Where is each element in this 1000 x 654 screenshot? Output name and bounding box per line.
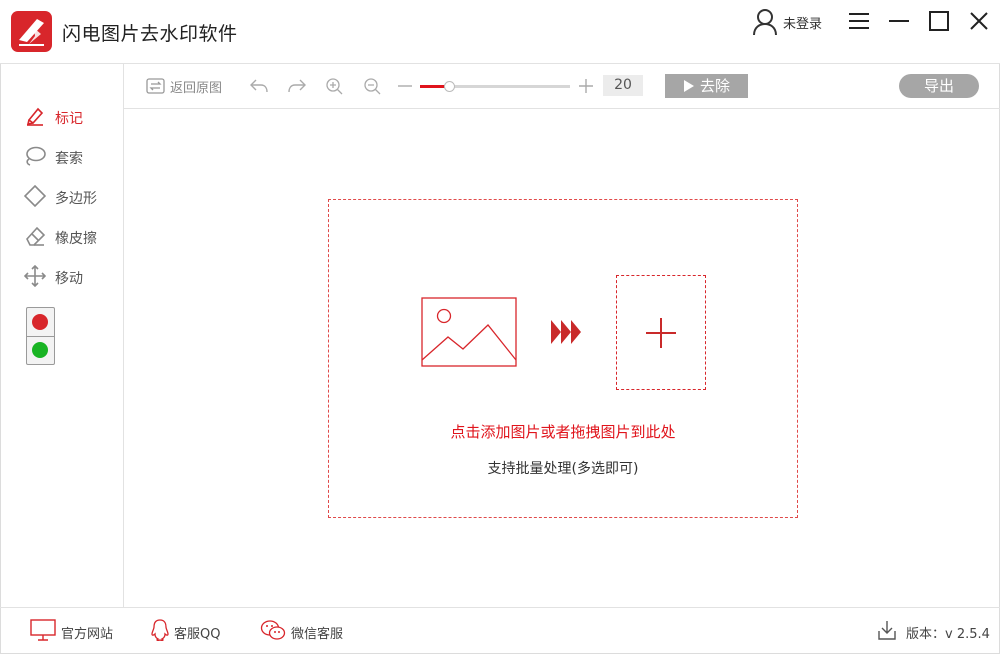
tool-eraser[interactable]: 橡皮擦 [24,225,119,247]
restore-icon[interactable] [146,77,166,95]
official-website-link[interactable]: 官方网站 [61,623,113,642]
redo-icon[interactable] [287,77,307,95]
zoom-in-icon[interactable] [325,77,345,95]
status-footer: 官方网站 客服QQ 微信客服 版本：v 2.5.4 [0,607,1000,653]
image-drop-zone[interactable]: 点击添加图片或者拖拽图片到此处 支持批量处理(多选即可) [328,199,798,518]
tool-move[interactable]: 移动 [23,264,119,288]
tool-label: 移动 [55,271,83,287]
tool-marker[interactable]: 标记 [24,105,119,127]
zoom-out-icon[interactable] [363,77,383,95]
wechat-support-link[interactable]: 微信客服 [291,623,343,642]
polygon-icon [23,184,47,208]
tool-sidebar: 标记 套索 多边形 橡皮擦 移动 [0,64,124,607]
tool-label: 标记 [55,111,83,127]
move-icon [23,264,47,288]
brush-size-value[interactable]: 20 [603,75,643,96]
remove-watermark-button[interactable]: 去除 [665,74,748,98]
maximize-button[interactable] [928,10,950,32]
title-bar: 闪电图片去水印软件 未登录 [0,0,1000,64]
login-link[interactable]: 未登录 [783,13,822,32]
plus-icon [646,318,676,348]
download-icon[interactable] [877,619,903,641]
color-green-swatch[interactable] [32,342,48,358]
user-icon[interactable] [752,8,782,36]
lasso-icon [24,145,46,167]
brush-decrease-icon[interactable] [396,77,416,95]
slider-thumb[interactable] [443,81,455,92]
color-red-swatch[interactable] [32,314,48,330]
tool-label: 多边形 [55,191,97,207]
brush-increase-icon[interactable] [577,77,597,95]
qq-support-link[interactable]: 客服QQ [174,623,220,642]
undo-icon[interactable] [249,77,269,95]
app-logo [11,11,52,52]
wechat-icon [260,619,286,641]
remove-label: 去除 [700,77,731,95]
color-picker [26,307,55,365]
export-button[interactable]: 导出 [899,74,979,98]
tool-lasso[interactable]: 套索 [24,145,119,167]
image-placeholder-icon [421,297,517,367]
marker-icon [24,105,46,127]
tool-label: 橡皮擦 [55,231,97,247]
app-title: 闪电图片去水印软件 [62,23,238,45]
brush-size-slider[interactable] [420,81,570,92]
eraser-icon [24,225,46,247]
add-image-button[interactable] [616,275,706,390]
close-button[interactable] [968,10,990,32]
tool-polygon[interactable]: 多边形 [23,184,119,208]
top-toolbar: 返回原图 20 去除 导出 [124,64,1000,109]
qq-icon [149,619,175,642]
batch-hint: 支持批量处理(多选即可) [487,461,639,477]
menu-icon[interactable] [848,10,870,32]
version-label: 版本：v 2.5.4 [906,627,990,642]
swatch-divider [27,336,54,337]
minimize-button[interactable] [888,10,910,32]
play-icon [684,80,694,92]
arrow-forward-icon [551,320,581,344]
restore-original-button[interactable]: 返回原图 [170,77,222,96]
drop-hint: 点击添加图片或者拖拽图片到此处 [450,423,676,441]
tool-label: 套索 [55,151,83,167]
monitor-icon [30,619,56,641]
